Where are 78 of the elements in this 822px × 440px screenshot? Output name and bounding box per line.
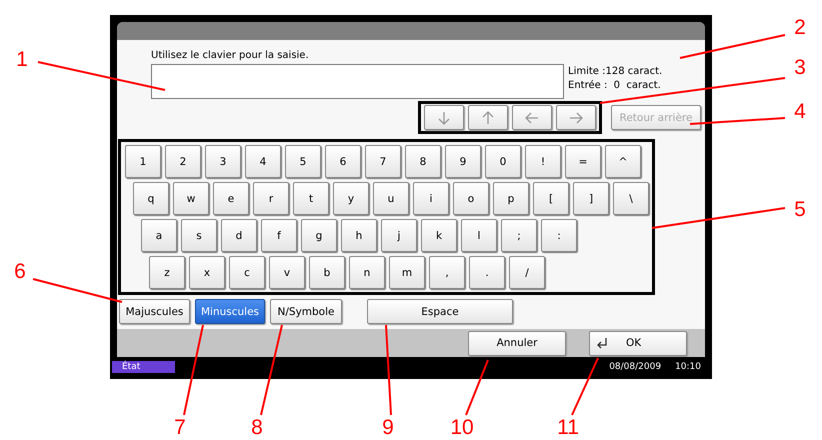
mode-button[interactable]: Minuscules [195,299,265,324]
keyboard-key[interactable]: o [453,182,489,215]
limit-text: Limite :128 caract. [568,66,662,77]
keyboard-key[interactable]: \ [613,182,649,215]
status-button[interactable]: État [112,360,175,372]
cancel-button[interactable]: Annuler [468,330,566,356]
keyboard-key[interactable]: l [461,219,497,252]
callout-number: 10 [450,416,474,440]
enter-icon [596,338,608,348]
entry-count-text: Entrée : 0 caract. [568,80,662,91]
keyboard-key[interactable]: 9 [445,145,481,178]
keyboard-key[interactable]: g [301,219,337,252]
keyboard-key[interactable]: a [141,219,177,252]
keyboard-key[interactable]: w [173,182,209,215]
keyboard-key[interactable]: z [149,256,185,289]
keyboard-key[interactable]: b [309,256,345,289]
keyboard-key[interactable]: k [421,219,457,252]
keyboard-key[interactable]: . [469,256,505,289]
keyboard-key[interactable]: ^ [605,145,641,178]
keyboard-key[interactable]: , [429,256,465,289]
keyboard-key[interactable]: 8 [405,145,441,178]
right-arrow-icon [569,110,583,124]
keyboard-key[interactable]: q [133,182,169,215]
keyboard-key[interactable]: 2 [165,145,201,178]
time-text: 10:10 [675,362,701,372]
keyboard-key[interactable]: ! [525,145,561,178]
keyboard-key[interactable]: ] [573,182,609,215]
keyboard-key[interactable]: 1 [125,145,161,178]
keyboard-key[interactable]: i [413,182,449,215]
keyboard-key[interactable]: j [381,219,417,252]
keyboard-key[interactable]: d [221,219,257,252]
keyboard-key[interactable]: y [333,182,369,215]
down-arrow-icon [437,110,451,124]
keyboard-key[interactable]: 7 [365,145,401,178]
callout-number: 2 [794,16,806,40]
callout-number: 3 [794,56,806,80]
keyboard-key[interactable]: c [229,256,265,289]
callout-number: 4 [794,100,806,124]
mode-button[interactable]: Majuscules [119,299,190,324]
keyboard-key[interactable]: s [181,219,217,252]
left-arrow-icon [525,110,539,124]
callout-number: 7 [174,416,186,440]
keyboard-key[interactable]: 3 [205,145,241,178]
keyboard-key[interactable]: [ [533,182,569,215]
instruction-text: Utilisez le clavier pour la saisie. [150,50,310,63]
keyboard-key[interactable]: h [341,219,377,252]
ok-button[interactable]: OK [589,330,687,356]
mode-button[interactable]: N/Symbole [270,299,342,324]
keyboard-key[interactable]: n [349,256,385,289]
callout-number: 1 [16,48,28,72]
keyboard-key[interactable]: ; [501,219,537,252]
keyboard-key[interactable]: m [389,256,425,289]
keyboard-key[interactable]: : [541,219,577,252]
keyboard-key[interactable]: t [293,182,329,215]
callout-number: 6 [14,260,26,284]
keyboard-key[interactable]: 5 [285,145,321,178]
leader-line [465,360,489,416]
keyboard-key[interactable]: / [509,256,545,289]
keyboard-key[interactable]: p [493,182,529,215]
keyboard-key[interactable]: = [565,145,601,178]
keyboard-key[interactable]: v [269,256,305,289]
keyboard-key[interactable]: f [261,219,297,252]
keyboard-key[interactable]: e [213,182,249,215]
leader-line [571,358,599,416]
keyboard-key[interactable]: 4 [245,145,281,178]
callout-number: 8 [251,416,263,440]
keyboard-key[interactable]: r [253,182,289,215]
input-field[interactable] [151,64,564,99]
date-text: 08/08/2009 [609,362,662,372]
keyboard-key[interactable]: 0 [485,145,521,178]
callout-number: 11 [557,416,579,440]
up-arrow-icon [481,110,495,124]
keyboard-key[interactable]: 6 [325,145,361,178]
space-button[interactable]: Espace [367,299,513,324]
callout-number: 9 [382,416,394,440]
callout-number: 5 [794,198,806,222]
keyboard-key[interactable]: u [373,182,409,215]
keyboard-key[interactable]: x [189,256,225,289]
